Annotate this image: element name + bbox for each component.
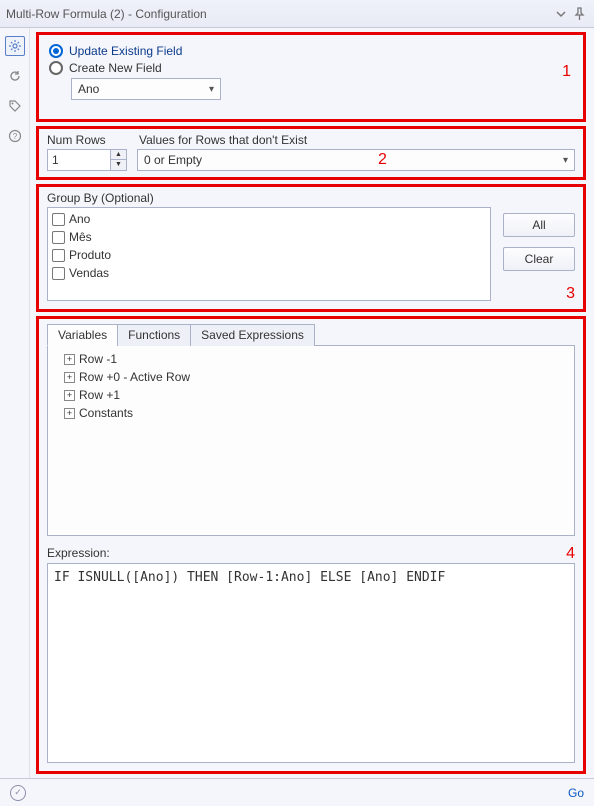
groupby-list[interactable]: Ano Mês Produto Vendas [47,207,491,301]
status-ok-icon[interactable]: ✓ [10,785,26,801]
annotation-1: 1 [562,63,571,81]
numrows-section: Num Rows Values for Rows that don't Exis… [36,126,586,180]
list-item-label: Vendas [69,266,109,280]
expression-input[interactable]: IF ISNULL([Ano]) THEN [Row-1:Ano] ELSE [… [47,563,575,763]
tabs: Variables Functions Saved Expressions [47,323,575,346]
numrows-spinner[interactable]: ▲ ▼ [110,150,126,170]
checkbox-icon[interactable] [52,249,65,262]
expand-icon[interactable]: + [64,390,75,401]
create-new-radio-row[interactable]: Create New Field [49,61,573,75]
tree-item[interactable]: + Constants [54,404,568,422]
field-mode-section: Update Existing Field Create New Field A… [36,32,586,122]
expand-icon[interactable]: + [64,408,75,419]
spinner-up-icon[interactable]: ▲ [111,150,126,160]
help-icon[interactable]: ? [5,126,25,146]
sidebar: ? [0,28,30,778]
radio-unchecked-icon [49,61,63,75]
tree-item-label: Constants [79,406,133,420]
expression-section: Variables Functions Saved Expressions + … [36,316,586,774]
radio-checked-icon [49,44,63,58]
clear-button[interactable]: Clear [503,247,575,271]
titlebar: Multi-Row Formula (2) - Configuration [0,0,594,28]
annotation-3: 3 [503,285,575,303]
field-select-value: Ano [78,82,99,96]
chevron-down-icon: ▾ [209,84,214,95]
variables-tree[interactable]: + Row -1 + Row +0 - Active Row + Row +1 … [47,346,575,536]
values-dropdown[interactable]: 0 or Empty 2 ▾ [137,149,575,171]
values-dropdown-value: 0 or Empty [144,153,202,167]
footer: ✓ Go [0,778,594,806]
all-button[interactable]: All [503,213,575,237]
groupby-section: Group By (Optional) Ano Mês Produto [36,184,586,312]
tab-saved-expressions[interactable]: Saved Expressions [190,324,315,346]
numrows-header: Num Rows [47,133,127,147]
list-item-label: Ano [69,212,90,226]
chevron-down-icon: ▾ [563,155,568,166]
checkbox-icon[interactable] [52,213,65,226]
checkbox-icon[interactable] [52,267,65,280]
tag-icon[interactable] [5,96,25,116]
tree-item[interactable]: + Row +1 [54,386,568,404]
list-item-label: Produto [69,248,111,262]
tree-item[interactable]: + Row +0 - Active Row [54,368,568,386]
update-existing-radio-row[interactable]: Update Existing Field [49,44,573,58]
gear-icon[interactable] [5,36,25,56]
groupby-label: Group By (Optional) [47,191,575,205]
expand-icon[interactable]: + [64,372,75,383]
tab-functions[interactable]: Functions [117,324,191,346]
expression-label: Expression: [47,546,110,560]
numrows-value: 1 [48,153,110,167]
go-link[interactable]: Go [568,786,584,800]
list-item[interactable]: Mês [52,228,486,246]
refresh-icon[interactable] [5,66,25,86]
checkbox-icon[interactable] [52,231,65,244]
tree-item-label: Row +0 - Active Row [79,370,190,384]
field-select[interactable]: Ano ▾ [71,78,221,100]
list-item-label: Mês [69,230,92,244]
numrows-input[interactable]: 1 ▲ ▼ [47,149,127,171]
tab-variables[interactable]: Variables [47,324,118,346]
window-title: Multi-Row Formula (2) - Configuration [6,7,207,21]
config-panel: Update Existing Field Create New Field A… [30,28,594,778]
annotation-4: 4 [566,545,575,563]
spinner-down-icon[interactable]: ▼ [111,160,126,170]
svg-text:?: ? [12,132,17,141]
annotation-2: 2 [378,151,387,169]
collapse-icon[interactable] [552,5,570,23]
tree-item[interactable]: + Row -1 [54,350,568,368]
pin-icon[interactable] [570,5,588,23]
list-item[interactable]: Produto [52,246,486,264]
values-header: Values for Rows that don't Exist [139,133,307,147]
expand-icon[interactable]: + [64,354,75,365]
update-existing-label: Update Existing Field [69,44,182,58]
list-item[interactable]: Ano [52,210,486,228]
list-item[interactable]: Vendas [52,264,486,282]
tree-item-label: Row -1 [79,352,117,366]
create-new-label: Create New Field [69,61,162,75]
tree-item-label: Row +1 [79,388,120,402]
